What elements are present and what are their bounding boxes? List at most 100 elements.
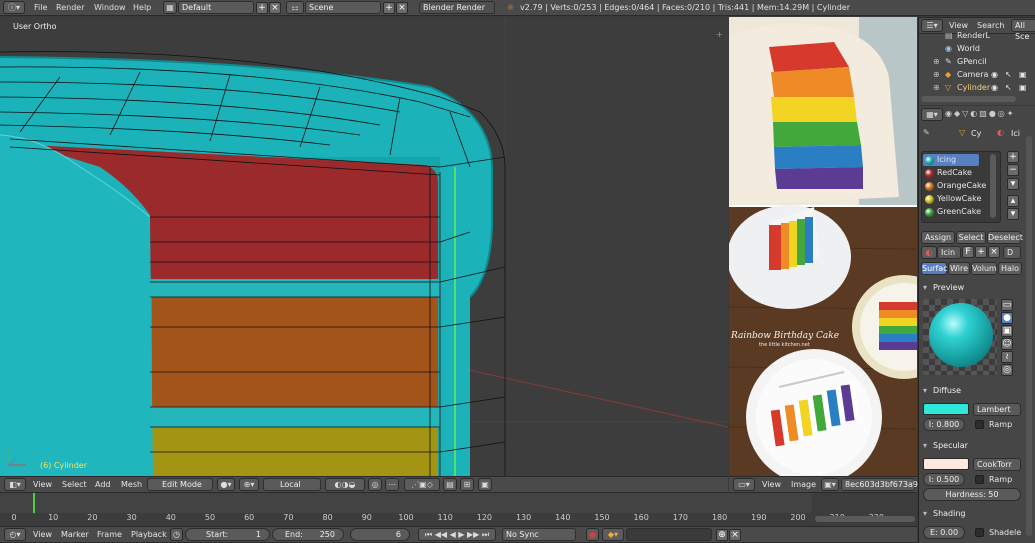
assign-button[interactable]: Assign (921, 231, 955, 244)
add-layout-icon[interactable]: + (256, 2, 268, 14)
expand-icon[interactable]: ⊕ (933, 57, 940, 66)
material-name-field[interactable]: Icin (937, 246, 961, 259)
outliner-item-cylinder[interactable]: ⊕ ▽ Cylinder ◉ ↖ ▣ (919, 81, 1035, 94)
shadeless-checkbox[interactable] (975, 528, 984, 537)
material-list-scrollbar[interactable] (990, 154, 996, 218)
menu-window[interactable]: Window (94, 2, 126, 14)
viewport-menu-mesh[interactable]: Mesh (121, 480, 142, 489)
preview-flat-icon[interactable]: ▭ (1001, 299, 1013, 311)
keying-set-icon[interactable]: ◆▾ (602, 528, 624, 541)
current-frame-indicator[interactable] (33, 493, 35, 513)
layout-selector[interactable]: Default (178, 1, 254, 14)
mode-selector[interactable]: Edit Mode (147, 478, 213, 491)
diffuse-intensity-field[interactable]: I: 0.800 (923, 418, 965, 431)
outliner[interactable]: ☰▾ View Search All Sce ▤ RenderL ◉ World… (918, 17, 1035, 105)
properties-editor[interactable]: ▦▾ ◉◆▽◐▨●◎✦ ✎ ▽ Cy ◐ Ici Icing RedCake Ora… (918, 106, 1035, 543)
preview-sky-icon[interactable]: ◎ (1001, 364, 1013, 376)
editor-type-timeline-icon[interactable]: ◴▾ (4, 528, 26, 541)
visibility-eye-icon[interactable]: ◉ (991, 70, 998, 79)
preview-range-icon[interactable]: ◷ (170, 528, 183, 541)
3d-viewport[interactable]: User Ortho (6) Cylinder + (0, 17, 728, 476)
context-tab-icons[interactable]: ◉◆▽◐▨●◎✦ (945, 109, 1035, 121)
info-editor-type-icon[interactable]: ⓘ▾ (3, 1, 25, 14)
proportional-edit-icon[interactable]: ◎ (368, 478, 382, 491)
keying-set-field[interactable] (626, 528, 712, 541)
scene-selector[interactable]: Scene (305, 1, 381, 14)
select-button[interactable]: Select (956, 231, 986, 244)
fake-user-toggle[interactable]: F (962, 246, 974, 258)
move-slot-up-icon[interactable]: ▴ (1007, 195, 1019, 207)
deselect-button[interactable]: Deselect (987, 231, 1023, 244)
render-camera-icon[interactable]: ▣ (1019, 83, 1027, 92)
timeline-menu-playback[interactable]: Playback (131, 530, 167, 539)
menu-help[interactable]: Help (133, 2, 151, 14)
emit-field[interactable]: E: 0.00 (923, 526, 965, 539)
material-link-selector[interactable]: D (1003, 246, 1021, 259)
outliner-item-world[interactable]: ◉ World (919, 42, 1035, 55)
expand-icon[interactable]: ⊕ (933, 70, 940, 79)
snap-target-icon[interactable]: ⊞ (460, 478, 474, 491)
preview-sphere-icon[interactable]: ● (1001, 312, 1013, 324)
occlude-geometry-icon[interactable]: ▤ (443, 478, 457, 491)
diffuse-shader-selector[interactable]: Lambert (973, 403, 1021, 416)
viewport-menu-add[interactable]: Add (95, 480, 111, 489)
remove-material-slot-icon[interactable]: − (1007, 164, 1019, 176)
outliner-item-camera[interactable]: ⊕ ◆ Camera ◉ ↖ ▣ (919, 68, 1035, 81)
expand-icon[interactable]: ⊕ (933, 83, 940, 92)
tab-halo[interactable]: Halo (998, 262, 1022, 275)
add-material-slot-icon[interactable]: + (1007, 151, 1019, 163)
specular-shader-selector[interactable]: CookTorr (973, 458, 1021, 471)
preview-panel-header[interactable]: Preview (921, 281, 1023, 295)
material-browse-icon[interactable]: ◐ (921, 246, 937, 259)
preview-hair-icon[interactable]: ≀ (1001, 351, 1013, 363)
visibility-eye-icon[interactable]: ◉ (991, 83, 998, 92)
start-frame-field[interactable]: Start: 1 (185, 528, 270, 541)
preview-monkey-icon[interactable]: ☺ (1001, 338, 1013, 350)
render-preview-icon[interactable]: ▣ (478, 478, 492, 491)
timeline-menu-marker[interactable]: Marker (61, 530, 89, 539)
specular-color-swatch[interactable] (923, 458, 969, 470)
image-menu-view[interactable]: View (762, 480, 781, 489)
insert-keyframe-icon[interactable]: ⊕ (716, 529, 728, 541)
current-frame-field[interactable]: 6 (350, 528, 410, 541)
scene-icon[interactable]: ⚏ (286, 1, 304, 14)
menu-render[interactable]: Render (56, 2, 84, 14)
viewport-menu-view[interactable]: View (33, 480, 52, 489)
selectable-arrow-icon[interactable]: ↖ (1005, 70, 1012, 79)
viewport-expand-icon[interactable]: + (716, 30, 723, 39)
shading-panel-header[interactable]: Shading (921, 507, 1023, 521)
image-browse-icon[interactable]: ▣▾ (821, 478, 839, 491)
specular-intensity-field[interactable]: I: 0.500 (923, 473, 965, 486)
pin-icon[interactable]: ✎ (923, 128, 930, 137)
outliner-scrollbar[interactable] (921, 96, 1016, 102)
image-menu-image[interactable]: Image (791, 480, 816, 489)
editor-type-properties-icon[interactable]: ▦▾ (921, 108, 943, 121)
properties-scrollbar[interactable] (1026, 136, 1032, 536)
preview-type-icons[interactable]: ▭ ● ▣ ☺ ≀ ◎ (1001, 299, 1019, 376)
render-camera-icon[interactable]: ▣ (1019, 70, 1027, 79)
delete-keyframe-icon[interactable]: × (729, 529, 741, 541)
sync-mode-selector[interactable]: No Sync (502, 528, 576, 541)
timeline[interactable]: 0 10 20 30 40 50 60 70 80 90 100 110 120 130 140 150 160… (0, 493, 917, 526)
editor-type-3d-icon[interactable]: ◧▾ (4, 478, 26, 491)
move-slot-down-icon[interactable]: ▾ (1007, 208, 1019, 220)
ramp-checkbox[interactable] (975, 420, 984, 429)
timeline-scrollbar[interactable] (815, 516, 915, 522)
new-material-icon[interactable]: + (975, 246, 987, 258)
material-slot-item[interactable]: Icing (923, 154, 979, 166)
timeline-menu-frame[interactable]: Frame (97, 530, 122, 539)
playback-controls[interactable]: ⏮ ◀◀ ◀ ▶ ▶▶ ⏭ (418, 528, 496, 541)
material-specials-icon[interactable]: ▾ (1007, 178, 1019, 190)
outliner-item-gpencil[interactable]: ⊕ ✎ GPencil (919, 55, 1035, 68)
image-editor[interactable]: Rainbow Birthday Cake the little kitchen… (729, 17, 917, 476)
remove-layout-icon[interactable]: × (269, 2, 281, 14)
pivot-point-icon[interactable]: ⊕▾ (239, 478, 259, 491)
transform-orientation-selector[interactable]: Local (263, 478, 321, 491)
preview-cube-icon[interactable]: ▣ (1001, 325, 1013, 337)
add-scene-icon[interactable]: + (383, 2, 395, 14)
render-engine-selector[interactable]: Blender Render (419, 1, 495, 14)
screen-layout-icon[interactable]: ▦ (163, 1, 177, 14)
manipulator-icons[interactable]: ◐◑◒ (325, 478, 365, 491)
remove-scene-icon[interactable]: × (396, 2, 408, 14)
select-mode-icons[interactable]: ⋰▣◇ (404, 478, 440, 491)
